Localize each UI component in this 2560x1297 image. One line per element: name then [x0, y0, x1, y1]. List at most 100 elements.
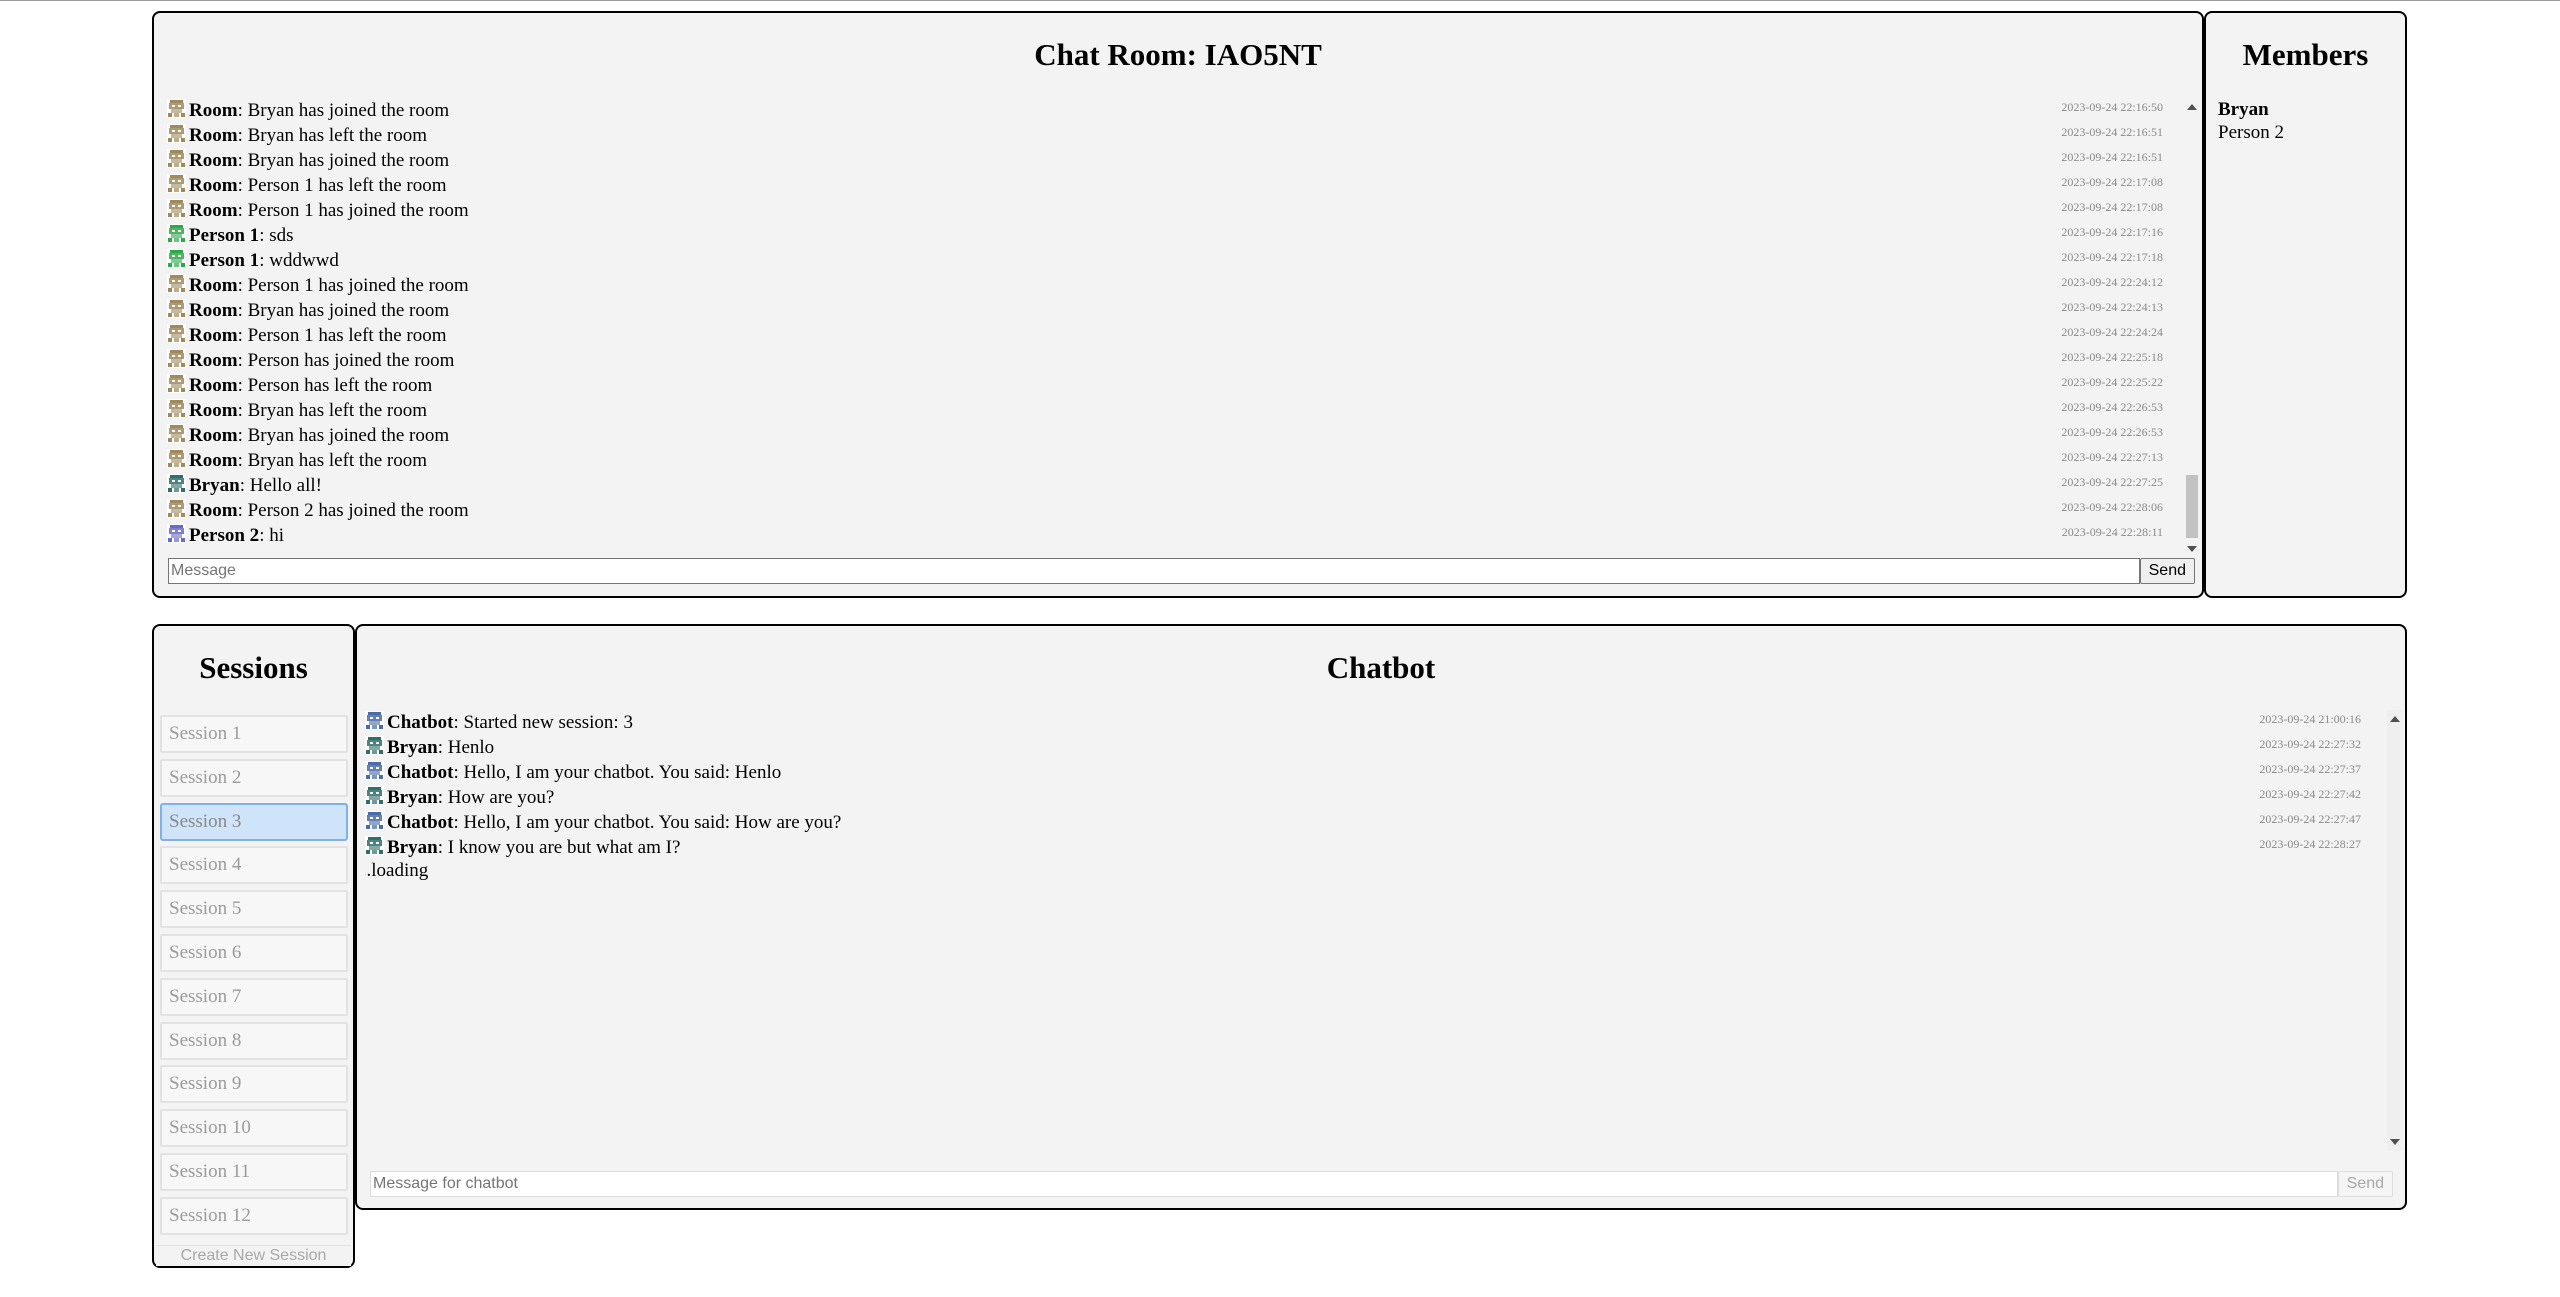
message-text: : Bryan has joined the room — [237, 300, 450, 321]
chat-message: Room: Person 1 has joined the room 2023-0… — [167, 198, 2177, 223]
scrollbar-thumb[interactable] — [2186, 475, 2198, 538]
message-text: : wddwwd — [259, 250, 339, 271]
message-sender: Bryan — [387, 787, 438, 808]
message-sender: Room — [189, 400, 238, 421]
message-sender: Chatbot — [387, 812, 454, 833]
chat-room-send-button[interactable]: Send — [2139, 558, 2195, 584]
chatbot-message-log[interactable]: Chatbot: Started new session: 3 2023-09-2… — [365, 710, 2375, 1151]
avatar-icon — [167, 174, 186, 193]
avatar-icon — [167, 99, 186, 118]
message-timestamp: 2023-09-24 22:17:16 — [2061, 225, 2163, 239]
message-sender: Room — [189, 350, 238, 371]
members-list: Bryan Person 2 — [2218, 98, 2284, 144]
message-text: : Person 2 has joined the room — [237, 500, 469, 521]
message-text: : Person 1 has joined the room — [237, 200, 469, 221]
chat-room-title: Chat Room: IAO5NT — [1034, 37, 1322, 72]
session-list: Session 1 Session 2 Session 3 Session 4 Sess… — [160, 715, 348, 1241]
scroll-down-icon[interactable] — [2187, 546, 2197, 552]
session-button[interactable]: Session 6 — [160, 933, 348, 972]
chat-room-message-log[interactable]: Room: Bryan has joined the room 2023-09-2… — [167, 98, 2177, 558]
chat-room-scrollbar[interactable] — [2184, 98, 2200, 558]
avatar-icon — [365, 811, 384, 830]
chatbot-send-button[interactable]: Send — [2337, 1171, 2393, 1197]
message-timestamp: 2023-09-24 22:17:08 — [2061, 200, 2163, 214]
message-sender: Room — [189, 125, 238, 146]
chat-message: Room: Person has left the room 2023-09-24… — [167, 373, 2177, 398]
session-button[interactable]: Session 3 — [160, 802, 348, 841]
message-sender: Room — [189, 375, 238, 396]
session-button[interactable]: Session 2 — [160, 758, 348, 797]
chat-message: Room: Bryan has left the room 2023-09-24 … — [167, 398, 2177, 423]
message-timestamp: 2023-09-24 22:17:18 — [2061, 250, 2163, 264]
message-timestamp: 2023-09-24 22:16:51 — [2061, 125, 2163, 139]
message-sender: Room — [189, 325, 238, 346]
message-sender: Room — [189, 175, 238, 196]
chatbot-loading-indicator: ...loading — [365, 860, 429, 881]
message-text: : Person has joined the room — [237, 350, 455, 371]
chat-room-panel: Chat Room: IAO5NT Room: Bryan has joined… — [152, 11, 2204, 598]
message-timestamp: 2023-09-24 22:27:13 — [2061, 450, 2163, 464]
message-text: : Bryan has joined the room — [237, 425, 450, 446]
chat-message: Bryan: Hello all! 2023-09-24 22:27:25 — [167, 473, 2177, 498]
chat-message: Room: Bryan has joined the room 2023-09-2… — [167, 298, 2177, 323]
members-panel: Members Bryan Person 2 — [2204, 11, 2407, 598]
avatar-icon — [167, 124, 186, 143]
chatbot-panel: Chatbot Chatbot: Started new session: 32… — [355, 624, 2407, 1210]
session-button[interactable]: Session 7 — [160, 977, 348, 1016]
message-sender: Person 1 — [189, 250, 260, 271]
chat-message: Person 1: sds 2023-09-24 22:17:16 — [167, 223, 2177, 248]
avatar-icon — [167, 199, 186, 218]
chatbot-scrollbar[interactable] — [2387, 710, 2403, 1151]
message-text: : Bryan has left the room — [237, 400, 427, 421]
chat-message: Bryan: I know you are but what am I? 2023… — [365, 835, 2375, 860]
session-button[interactable]: Session 10 — [160, 1109, 348, 1148]
avatar-icon — [167, 449, 186, 468]
avatar-icon — [167, 374, 186, 393]
session-button[interactable]: Session 5 — [160, 890, 348, 929]
message-timestamp: 2023-09-24 22:16:50 — [2061, 100, 2163, 114]
chat-message: Person 1: wddwwd 2023-09-24 22:17:18 — [167, 248, 2177, 273]
message-text: : Started new session: 3 — [453, 712, 633, 733]
session-button[interactable]: Session 8 — [160, 1021, 348, 1060]
session-button[interactable]: Session 4 — [160, 846, 348, 885]
session-button[interactable]: Session 9 — [160, 1065, 348, 1104]
session-button[interactable]: Session 12 — [160, 1196, 348, 1235]
chat-message: Chatbot: Hello, I am your chatbot. You s… — [365, 810, 2375, 835]
message-timestamp: 2023-09-24 22:17:08 — [2061, 175, 2163, 189]
chat-message: Bryan: How are you? 2023-09-24 22:27:42 — [365, 785, 2375, 810]
chatbot-message-input[interactable] — [370, 1171, 2338, 1197]
message-sender: Room — [189, 500, 238, 521]
message-timestamp: 2023-09-24 21:00:16 — [2259, 712, 2361, 726]
message-timestamp: 2023-09-24 22:16:51 — [2061, 150, 2163, 164]
session-button[interactable]: Session 1 — [160, 715, 348, 753]
scroll-up-icon[interactable] — [2390, 716, 2400, 722]
member-item: Person 2 — [2218, 122, 2284, 143]
avatar-icon — [167, 324, 186, 343]
scroll-down-icon[interactable] — [2390, 1139, 2400, 1145]
avatar-icon — [167, 474, 186, 493]
chat-room-message-input[interactable] — [168, 558, 2140, 584]
message-sender: Room — [189, 450, 238, 471]
message-timestamp: 2023-09-24 22:28:27 — [2259, 837, 2361, 851]
message-sender: Chatbot — [387, 712, 454, 733]
message-sender: Bryan — [387, 837, 438, 858]
message-text: : Hello, I am your chatbot. You said: He… — [453, 762, 782, 783]
window-top-border — [0, 0, 2560, 1]
session-button[interactable]: Session 11 — [160, 1152, 348, 1191]
scroll-up-icon[interactable] — [2187, 104, 2197, 110]
message-timestamp: 2023-09-24 22:28:06 — [2061, 500, 2163, 514]
avatar-icon — [365, 736, 384, 755]
message-sender: Room — [189, 425, 238, 446]
chat-message: Room: Bryan has joined the room 2023-09-2… — [167, 98, 2177, 123]
avatar-icon — [167, 524, 186, 543]
avatar-icon — [365, 836, 384, 855]
avatar-icon — [167, 349, 186, 368]
avatar-icon — [365, 761, 384, 780]
chat-message: Room: Bryan has joined the room 2023-09-2… — [167, 423, 2177, 448]
message-timestamp: 2023-09-24 22:24:12 — [2061, 275, 2163, 289]
create-new-session-button[interactable]: Create New Session — [156, 1245, 351, 1266]
chat-message: Room: Person 1 has left the room 2023-09-… — [167, 323, 2177, 348]
member-item: Bryan — [2218, 99, 2269, 120]
message-timestamp: 2023-09-24 22:27:37 — [2259, 762, 2361, 776]
message-text: : Bryan has joined the room — [237, 100, 450, 121]
